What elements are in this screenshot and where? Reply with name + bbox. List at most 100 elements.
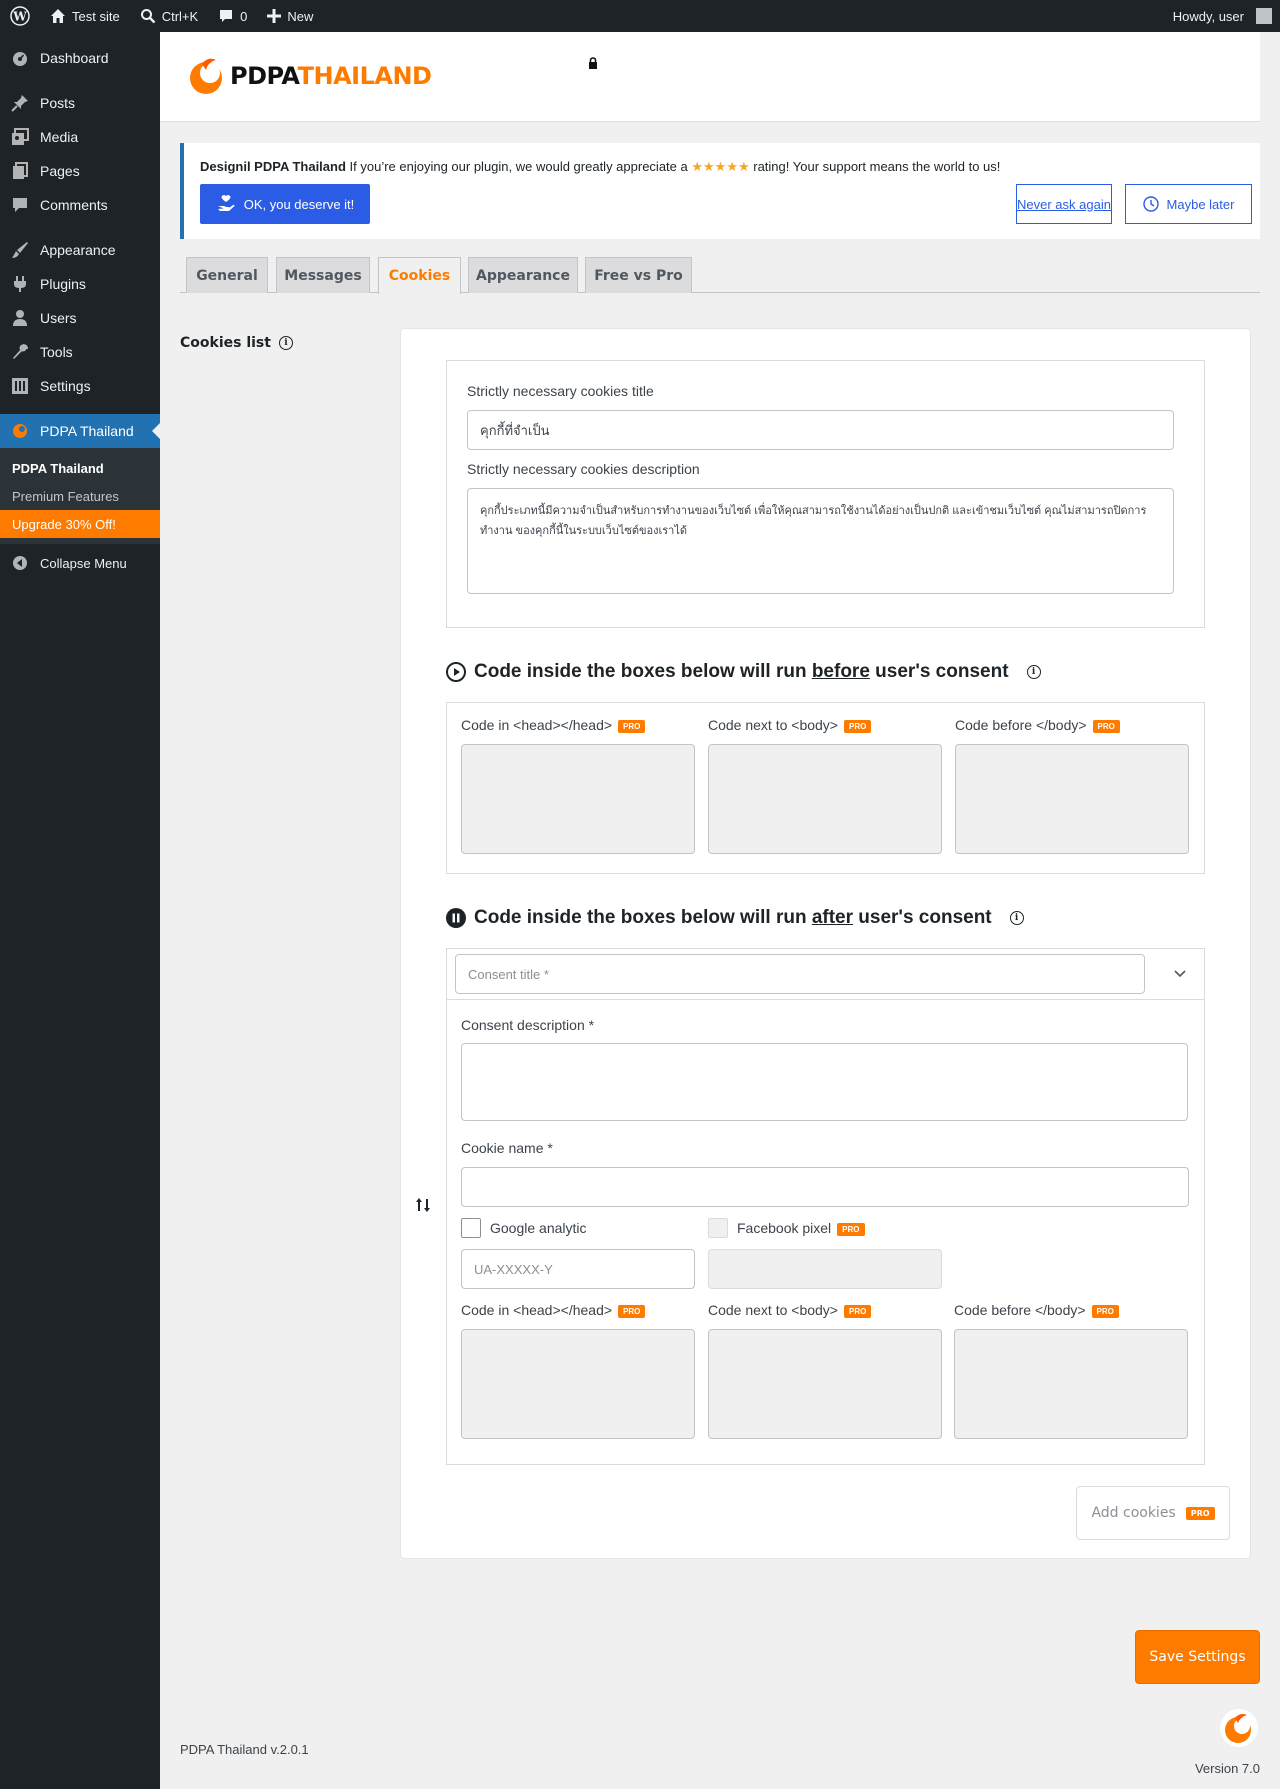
google-analytic-checkbox[interactable]	[461, 1218, 481, 1238]
site-name: Test site	[72, 8, 120, 24]
tab-messages[interactable]: Messages	[276, 257, 370, 293]
wrench-icon	[10, 342, 30, 362]
user-icon	[10, 308, 30, 328]
after-body-close-text: Code before </body>	[954, 1302, 1086, 1318]
necessary-cookies-box: Strictly necessary cookies title คุกกี้ท…	[446, 360, 1205, 628]
before-body-close-textarea	[955, 744, 1189, 854]
before-body-open-text: Code next to <body>	[708, 717, 838, 733]
sort-handle-icon[interactable]	[415, 1197, 431, 1218]
info-icon[interactable]: i	[1009, 911, 1024, 925]
submenu-premium-features[interactable]: Premium Features	[0, 482, 160, 510]
wp-logo-menu[interactable]: W	[0, 0, 40, 32]
sidebar-item-comments[interactable]: Comments	[0, 188, 160, 222]
cookies-list-label: Cookies list i	[180, 335, 293, 351]
tab-appearance[interactable]: Appearance	[468, 257, 578, 293]
site-name-menu[interactable]: Test site	[40, 0, 130, 32]
before-heading-post: user's consent	[869, 661, 1009, 682]
cookie-name-input[interactable]	[461, 1167, 1189, 1207]
sidebar-item-label: Posts	[40, 95, 76, 111]
plugin-icon	[10, 274, 30, 294]
wp-version: Version 7.0	[1194, 1761, 1260, 1776]
pro-badge: PRO	[837, 1222, 865, 1236]
necessary-desc-textarea[interactable]: คุกกี้ประเภทนี้มีความจำเป็นสำหรับการทำงา…	[467, 488, 1174, 594]
lock-icon	[589, 57, 597, 69]
logo-text-pdpa: PDPA	[230, 62, 298, 90]
sidebar-item-label: Tools	[40, 344, 73, 360]
add-cookies-label: Add cookies	[1091, 1505, 1176, 1521]
info-icon[interactable]: i	[1026, 665, 1041, 679]
sidebar-item-pdpa-thailand[interactable]: PDPA Thailand	[0, 414, 160, 448]
save-settings-button[interactable]: Save Settings	[1135, 1630, 1260, 1684]
sidebar-item-tools[interactable]: Tools	[0, 335, 160, 369]
new-label: New	[287, 8, 314, 24]
sidebar-item-settings[interactable]: Settings	[0, 369, 160, 403]
before-body-open-label: Code next to <body> PRO	[708, 717, 872, 733]
search-shortcut: Ctrl+K	[161, 8, 199, 24]
info-icon[interactable]: i	[278, 336, 293, 350]
submenu-upgrade[interactable]: Upgrade 30% Off!	[0, 510, 160, 538]
sidebar-item-label: Plugins	[40, 276, 86, 292]
before-consent-heading: Code inside the boxes below will run bef…	[446, 661, 1041, 683]
consent-title-row: Consent title *	[447, 949, 1204, 1000]
pdpa-logo: PDPATHAILAND	[188, 56, 432, 96]
add-cookies-button: Add cookies PRO	[1076, 1486, 1230, 1540]
sidebar-item-posts[interactable]: Posts	[0, 86, 160, 120]
my-account-menu[interactable]: Howdy, user	[1163, 0, 1280, 32]
tab-free-vs-pro[interactable]: Free vs Pro	[585, 257, 692, 293]
pause-circle-icon	[446, 908, 466, 928]
new-content-menu[interactable]: New	[257, 0, 323, 32]
google-analytic-input[interactable]: UA-XXXXX-Y	[461, 1249, 695, 1289]
brush-icon	[10, 240, 30, 260]
comment-icon	[10, 195, 30, 215]
collapse-menu-button[interactable]: Collapse Menu	[0, 546, 160, 580]
never-ask-button[interactable]: Never ask again	[1016, 184, 1112, 224]
chevron-down-icon[interactable]	[1173, 968, 1187, 978]
comments-count: 0	[240, 8, 248, 24]
sidebar-item-label: Settings	[40, 378, 91, 394]
after-body-open-label: Code next to <body> PRO	[708, 1302, 872, 1318]
svg-text:W: W	[12, 10, 27, 24]
search-menu[interactable]: Ctrl+K	[130, 0, 208, 32]
sidebar-item-dashboard[interactable]: Dashboard	[0, 41, 160, 75]
sidebar-item-pages[interactable]: Pages	[0, 154, 160, 188]
pro-badge: PRO	[1092, 719, 1120, 733]
notice-plugin-name: Designil PDPA Thailand	[200, 159, 346, 174]
plugin-header: PDPATHAILAND	[160, 32, 1260, 122]
maybe-later-button[interactable]: Maybe later	[1125, 184, 1252, 224]
after-body-close-textarea	[954, 1329, 1188, 1439]
sidebar-item-label: Pages	[40, 163, 80, 179]
tab-general[interactable]: General	[186, 257, 268, 293]
home-icon	[51, 9, 65, 23]
sidebar-item-plugins[interactable]: Plugins	[0, 267, 160, 301]
notice-text-before: If you’re enjoying our plugin, we would …	[345, 159, 692, 174]
logo-text-thailand: THAILAND	[297, 62, 432, 90]
ok-deserve-label: OK, you deserve it!	[243, 196, 355, 212]
before-code-box: Code in <head></head> PRO Code next to <b…	[446, 702, 1205, 874]
before-body-open-textarea	[708, 744, 942, 854]
settings-tabs: General Messages Cookies Appearance Free…	[180, 257, 1260, 294]
ok-deserve-button[interactable]: OK, you deserve it!	[200, 184, 370, 224]
comments-menu[interactable]: 0	[208, 0, 257, 32]
cookie-name-label: Cookie name *	[461, 1140, 553, 1156]
consent-title-input[interactable]: Consent title *	[455, 954, 1145, 994]
sidebar-item-label: Media	[40, 129, 79, 145]
sidebar-item-media[interactable]: Media	[0, 120, 160, 154]
tab-cookies[interactable]: Cookies	[378, 257, 461, 294]
necessary-title-input[interactable]: คุกกี้ที่จำเป็น	[467, 410, 1174, 450]
sidebar-item-users[interactable]: Users	[0, 301, 160, 335]
facebook-pixel-label: Facebook pixel PRO	[737, 1220, 865, 1236]
before-heading-text: Code inside the boxes below will run bef…	[474, 661, 1009, 683]
submenu-pdpa-thailand[interactable]: PDPA Thailand	[0, 454, 160, 482]
notice-message: Designil PDPA Thailand If you’re enjoyin…	[200, 159, 1000, 175]
before-heading-pre: Code inside the boxes below will run	[474, 661, 812, 682]
sidebar-item-appearance[interactable]: Appearance	[0, 233, 160, 267]
pro-badge: PRO	[618, 1304, 646, 1318]
consent-desc-label: Consent description *	[461, 1017, 595, 1033]
sidebar-item-label: PDPA Thailand	[40, 423, 134, 439]
notice-text-after: rating! Your support means the world to …	[749, 159, 1001, 174]
after-head-text: Code in <head></head>	[461, 1302, 613, 1318]
necessary-desc-label: Strictly necessary cookies description	[467, 461, 700, 477]
consent-desc-textarea[interactable]	[461, 1043, 1188, 1121]
pdpa-submenu: PDPA Thailand Premium Features Upgrade 3…	[0, 448, 160, 544]
maybe-later-label: Maybe later	[1166, 196, 1235, 212]
